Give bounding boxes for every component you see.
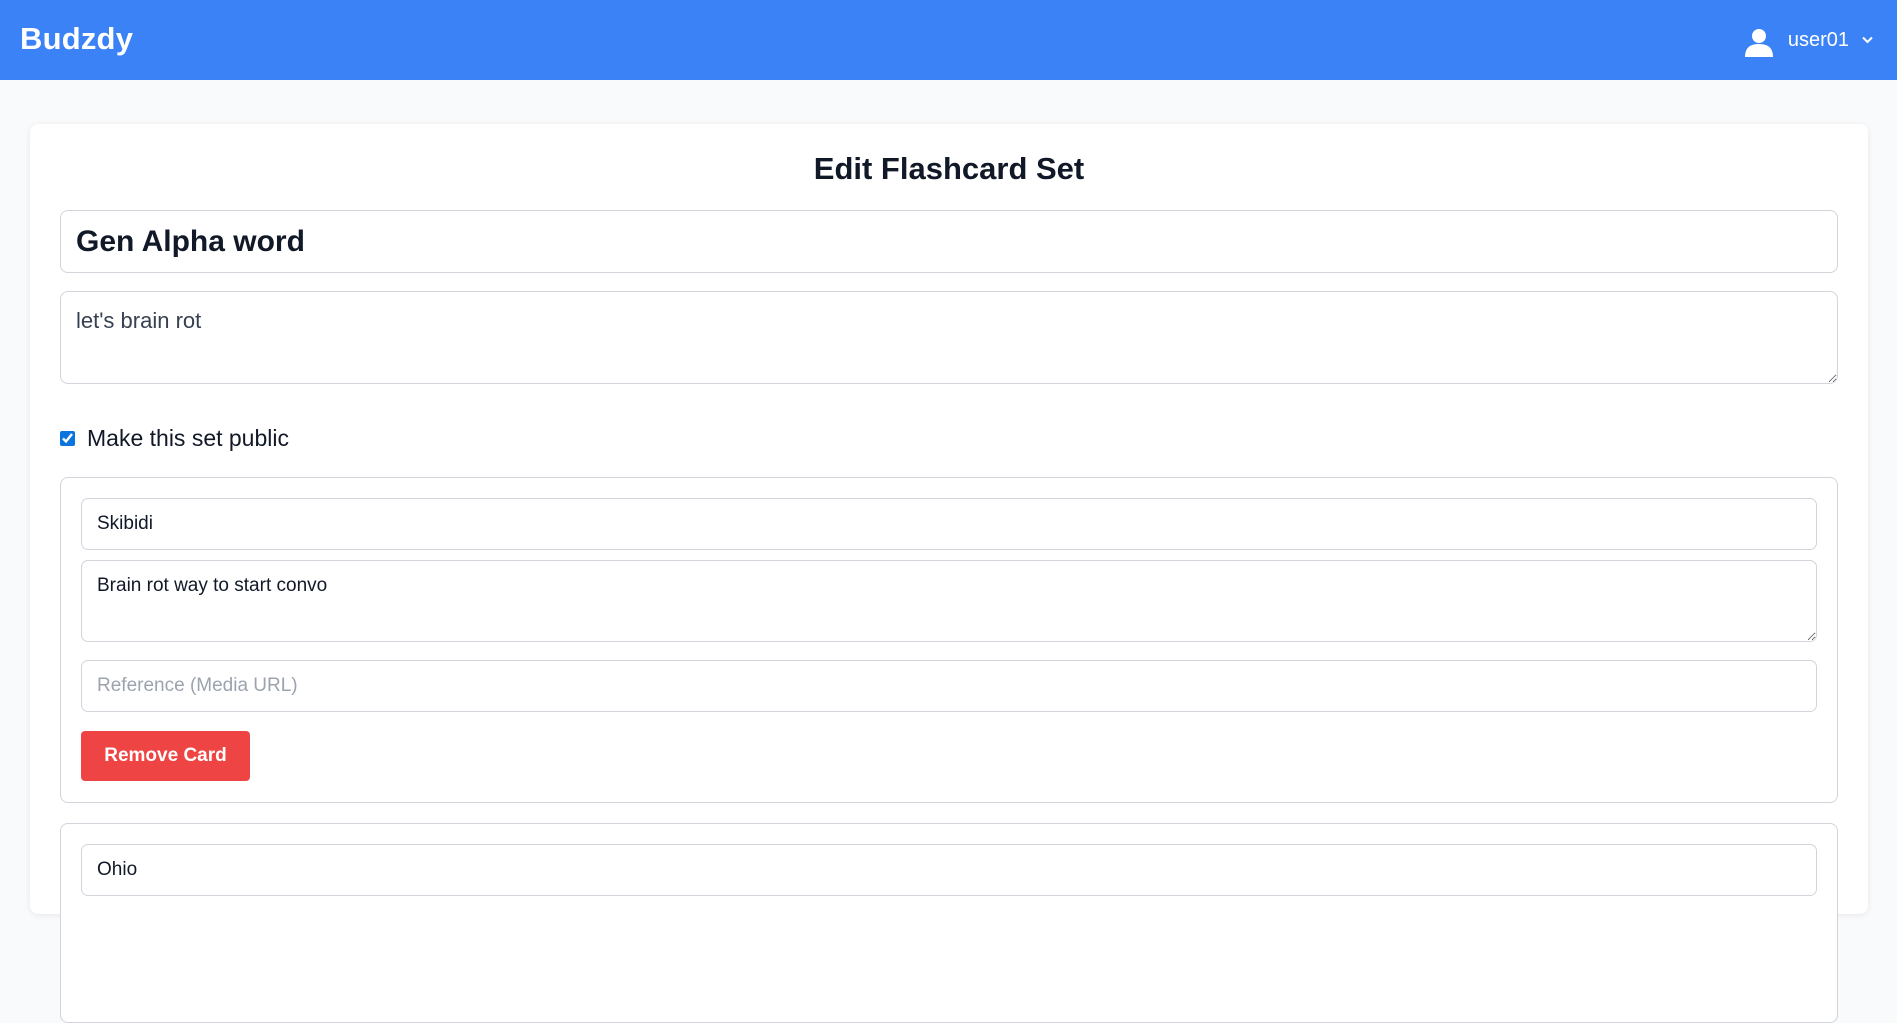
public-checkbox[interactable] <box>60 431 75 446</box>
page-title: Edit Flashcard Set <box>813 151 1085 186</box>
term-input[interactable] <box>81 498 1817 550</box>
flashcard-editor: Brain rot way to start convo Remove Card <box>60 477 1838 803</box>
remove-card-button[interactable]: Remove Card <box>81 731 250 781</box>
top-navbar: Budzdy user01 <box>0 0 1897 80</box>
flashcard-editor <box>60 823 1838 1023</box>
public-checkbox-label: Make this set public <box>87 425 289 451</box>
brand-logo[interactable]: Budzdy <box>20 21 133 57</box>
public-toggle[interactable]: Make this set public <box>60 425 289 452</box>
chevron-down-icon <box>1861 34 1873 46</box>
set-title-input[interactable] <box>60 210 1838 273</box>
edit-set-panel: Edit Flashcard Set let's brain rot Make … <box>30 124 1868 1023</box>
reference-url-input[interactable] <box>81 660 1817 712</box>
set-description-input[interactable]: let's brain rot <box>60 291 1838 384</box>
user-icon <box>1742 23 1776 57</box>
username-label: user01 <box>1787 28 1849 51</box>
user-menu[interactable]: user01 <box>1742 23 1873 57</box>
term-input[interactable] <box>81 844 1817 896</box>
definition-input[interactable]: Brain rot way to start convo <box>81 560 1817 642</box>
